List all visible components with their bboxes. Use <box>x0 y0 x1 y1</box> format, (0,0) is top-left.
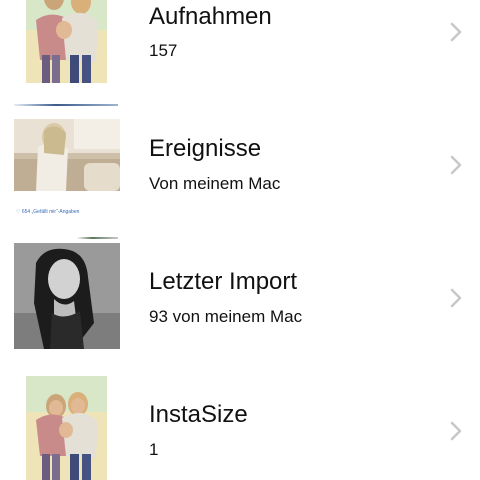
album-thumbnail <box>14 243 120 349</box>
album-subtitle: 93 von meinem Mac <box>149 307 303 326</box>
chevron-right-icon <box>448 20 464 44</box>
chevron-right-icon <box>448 286 464 310</box>
album-title: Ereignisse <box>149 135 262 162</box>
bw-portrait-photo-icon <box>14 243 120 349</box>
chevron-right-icon <box>448 153 464 177</box>
album-title: InstaSize <box>149 401 248 428</box>
chevron-right-icon <box>448 419 464 443</box>
thumbnail-stack-edge <box>14 237 118 239</box>
girl-on-sofa-photo-icon <box>14 119 120 191</box>
album-title: Aufnahmen <box>149 3 272 30</box>
album-title: Letzter Import <box>149 268 298 295</box>
girls-selfie-photo-icon <box>26 376 107 480</box>
album-row-aufnahmen[interactable]: Aufnahmen 157 <box>0 0 480 83</box>
album-row-instasize[interactable]: InstaSize 1 <box>0 366 480 480</box>
album-count: 1 <box>149 440 159 459</box>
album-thumbnail <box>14 119 120 191</box>
album-count: 157 <box>149 41 178 60</box>
album-thumbnail <box>26 0 107 83</box>
album-row-letzter-import[interactable]: Letzter Import 93 von meinem Mac <box>0 233 480 366</box>
album-thumbnail <box>26 376 107 480</box>
girls-selfie-photo-icon <box>26 0 107 83</box>
album-subtitle: Von meinem Mac <box>149 174 281 193</box>
thumbnail-stack-edge <box>14 104 118 106</box>
likes-caption: ♡ 654 „Gefällt mir“-Angaben <box>16 209 80 215</box>
